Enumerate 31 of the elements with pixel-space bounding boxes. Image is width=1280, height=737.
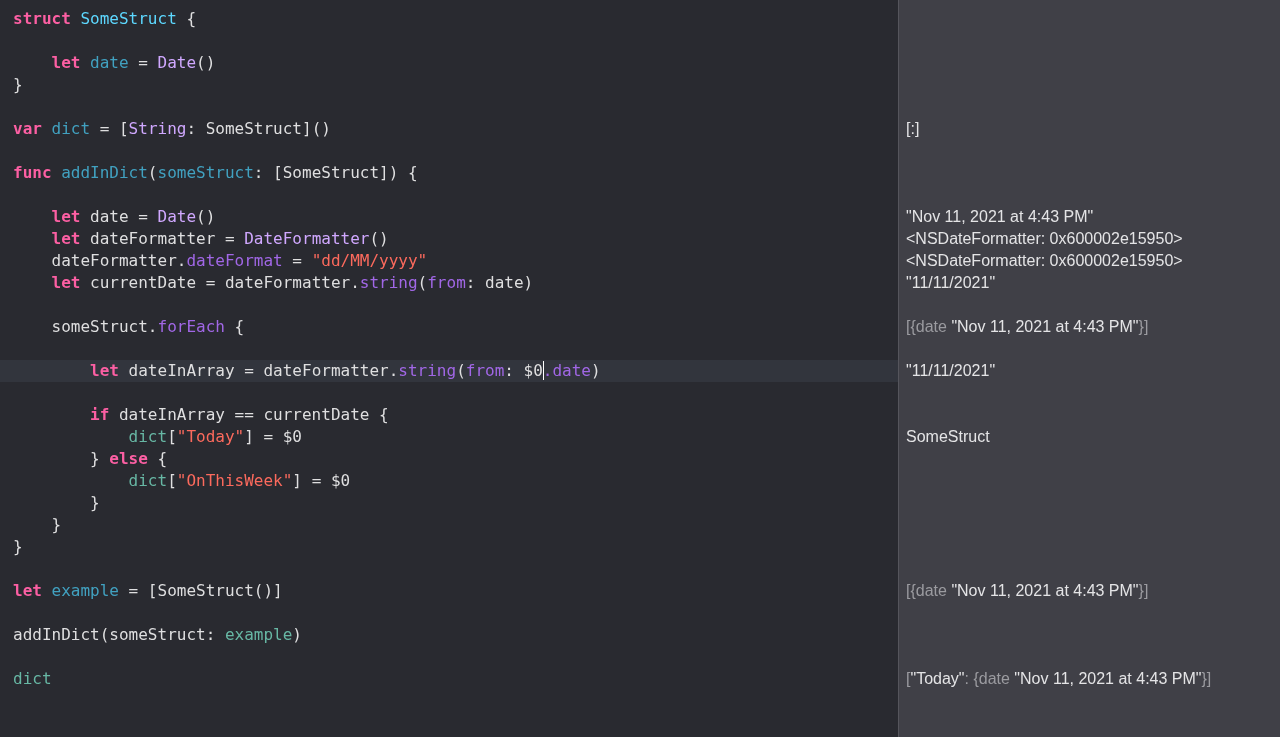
code-line: dict: [13, 668, 52, 690]
result-value[interactable]: [{date "Nov 11, 2021 at 4:43 PM"}]: [906, 582, 1149, 599]
result-value[interactable]: [{date "Nov 11, 2021 at 4:43 PM"}]: [906, 318, 1149, 335]
code-line: }: [89, 492, 100, 514]
result-value[interactable]: "11/11/2021": [906, 274, 996, 291]
code-line: } else {: [89, 448, 168, 470]
code-line: struct SomeStruct {: [13, 8, 197, 30]
result-value[interactable]: "11/11/2021": [906, 362, 996, 379]
code-line: }: [50, 514, 62, 536]
code-line: if dateInArray == currentDate {: [89, 404, 389, 426]
result-value[interactable]: "Nov 11, 2021 at 4:43 PM": [906, 208, 1094, 225]
code-line: }: [13, 74, 23, 96]
result-value[interactable]: <NSDateFormatter: 0x600002e15950>: [906, 230, 1183, 247]
code-line: }: [13, 536, 23, 558]
result-value[interactable]: SomeStruct: [906, 428, 990, 445]
code-line: addInDict(someStruct: example): [13, 624, 302, 646]
code-line: dict["Today"] = $0: [127, 426, 302, 448]
code-line: let example = [SomeStruct()]: [13, 580, 283, 602]
code-line: dict["OnThisWeek"] = $0: [127, 470, 351, 492]
code-line: let currentDate = dateFormatter.string(from: date): [50, 272, 534, 294]
code-line: let dateFormatter = DateFormatter(): [50, 228, 389, 250]
result-value[interactable]: <NSDateFormatter: 0x600002e15950>: [906, 252, 1183, 269]
code-line: func addInDict(someStruct: [SomeStruct]) {: [13, 162, 418, 184]
code-line: someStruct.forEach {: [50, 316, 245, 338]
code-line: let date = Date(): [50, 206, 216, 228]
code-line: let date = Date(): [50, 52, 216, 74]
result-value[interactable]: ["Today": {date "Nov 11, 2021 at 4:43 PM"}]: [906, 670, 1212, 687]
code-line: var dict = [String: SomeStruct](): [13, 118, 331, 140]
code-line: dateFormatter.dateFormat = "dd/MM/yyyy": [50, 250, 428, 272]
result-value[interactable]: [:]: [906, 120, 920, 137]
code-line: let dateInArray = dateFormatter.string(from: $0.date): [89, 360, 601, 382]
